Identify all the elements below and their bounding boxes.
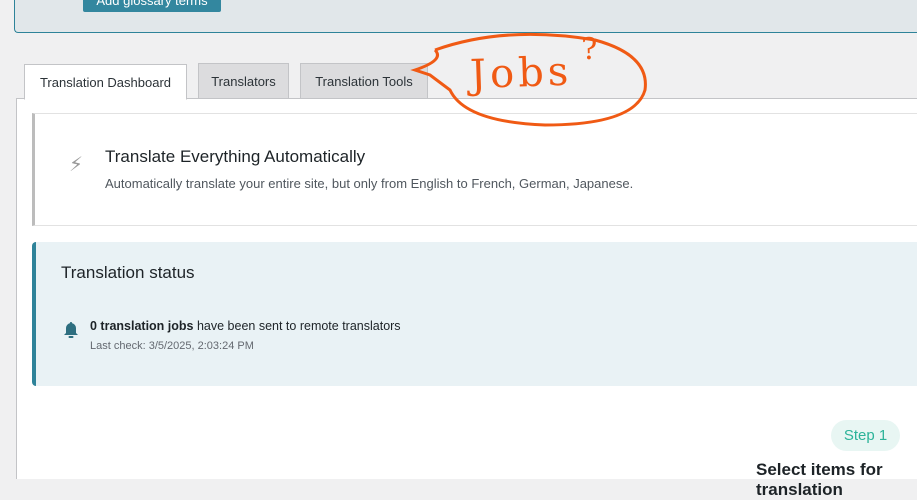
translation-status-card: Translation status 0 translation jobs ha… <box>32 242 917 386</box>
tab-translators[interactable]: Translators <box>198 63 289 99</box>
bell-icon <box>64 322 78 338</box>
add-glossary-terms-button[interactable]: Add glossary terms <box>83 0 221 12</box>
annotation-question-mark: ? <box>580 31 603 68</box>
last-check: Last check: 3/5/2025, 2:03:24 PM <box>90 340 254 352</box>
bolt-icon: ⚡︎ <box>69 154 84 176</box>
translate-everything-title: Translate Everything Automatically <box>105 147 366 166</box>
translate-everything-description: Automatically translate your entire site… <box>105 176 634 191</box>
jobs-count: 0 translation jobs <box>90 319 194 333</box>
step-badge: Step 1 <box>831 420 900 451</box>
annotation-word: Jobs <box>469 48 574 99</box>
jobs-sent-message: 0 translation jobs have been sent to rem… <box>90 319 401 333</box>
annotation-text: Jobs? <box>469 32 602 99</box>
select-items-title: Select items for translation <box>756 460 883 499</box>
tab-translation-dashboard[interactable]: Translation Dashboard <box>24 64 187 100</box>
jobs-message-text: have been sent to remote translators <box>193 319 401 333</box>
translation-status-title: Translation status <box>61 263 195 282</box>
